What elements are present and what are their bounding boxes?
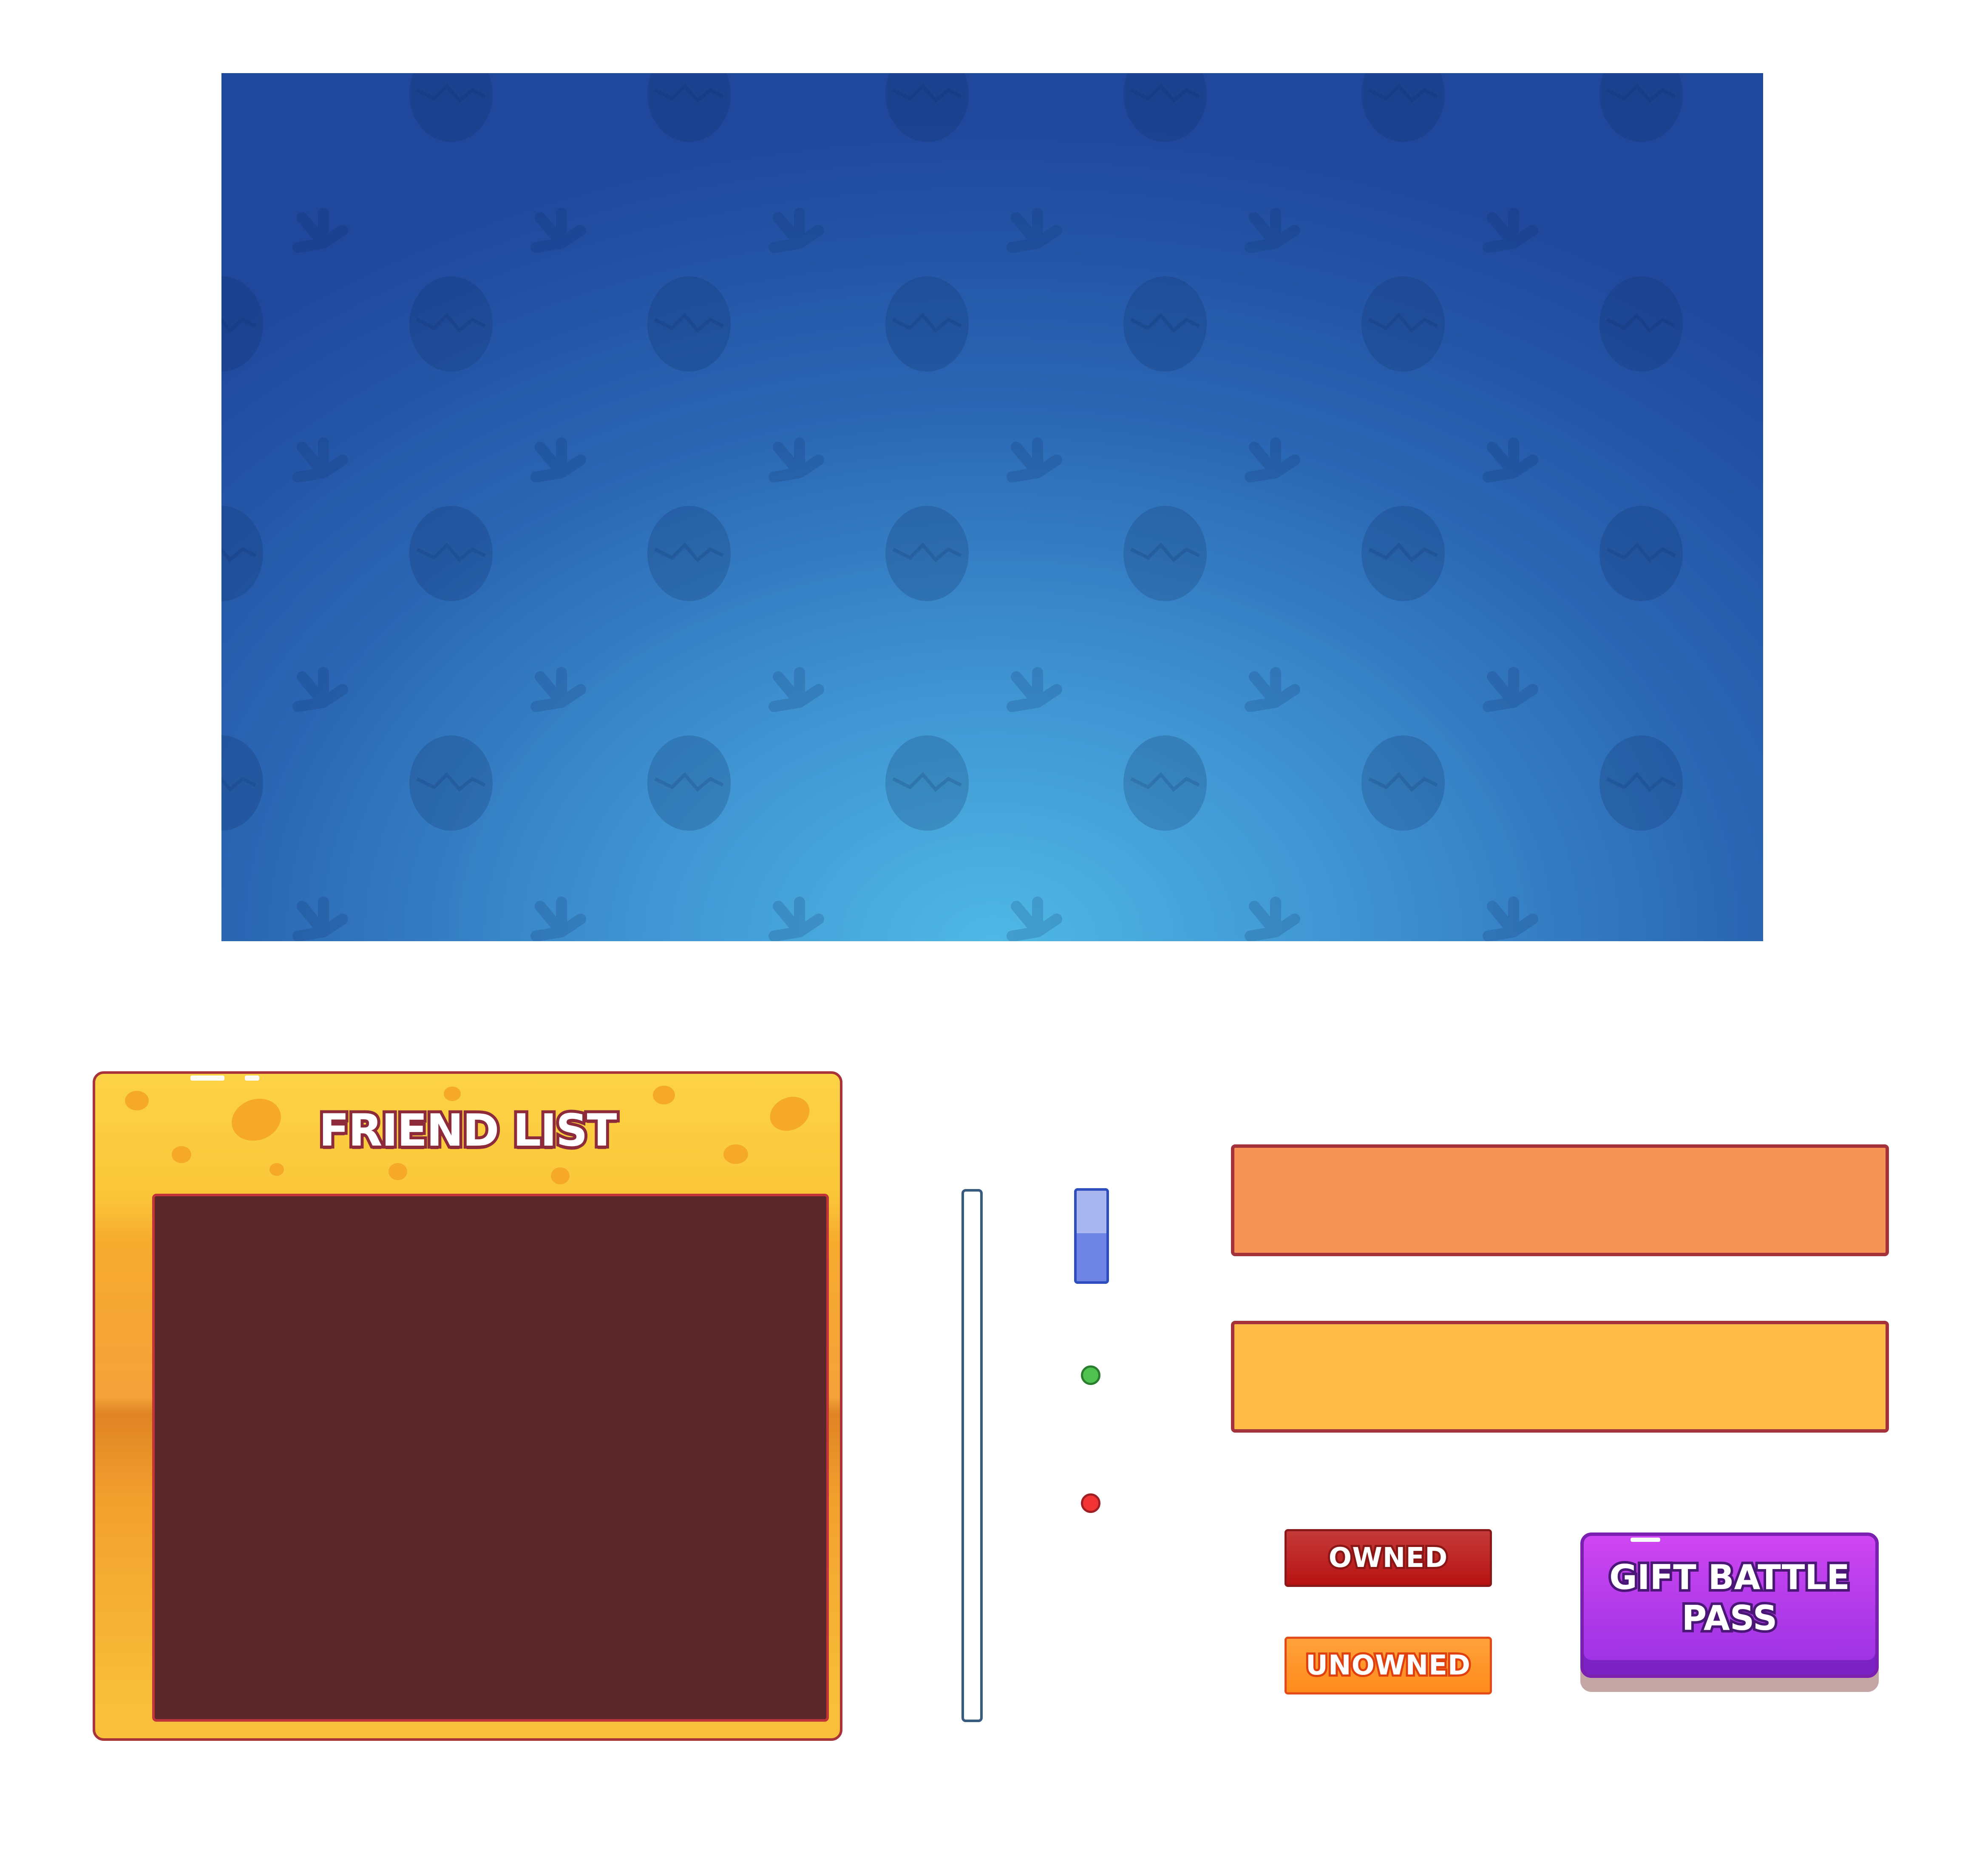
egg-icon [1599,73,1683,142]
egg-icon [885,735,969,831]
egg-icon [1123,276,1207,372]
egg-icon [409,276,493,372]
dino-footprint-icon [298,902,343,936]
friend-entry-bar-yellow[interactable] [1231,1321,1889,1433]
egg-icon [1361,735,1445,831]
dino-footprint-icon [298,443,343,477]
dino-footprint-icon [1488,443,1533,477]
egg-icon [1599,276,1683,372]
dino-footprint-icon [1012,902,1057,936]
egg-icon [885,73,969,142]
unowned-label: UNOWNED [1304,1648,1472,1683]
egg-icon [221,276,263,372]
friend-list-content[interactable] [152,1194,829,1722]
egg-icon [409,506,493,601]
egg-icon [1123,735,1207,831]
button-glint [1631,1538,1660,1542]
dino-footprint-icon [536,213,581,247]
unowned-badge: UNOWNED [1285,1637,1492,1694]
dino-footprint-icon [774,673,819,707]
dino-footprint-icon [536,443,581,477]
egg-icon [885,276,969,372]
dino-footprint-icon [1250,213,1295,247]
scrollbar-track[interactable] [961,1189,983,1722]
egg-icon [647,73,731,142]
friend-entry-bar-orange[interactable] [1231,1144,1889,1256]
egg-icon [1361,73,1445,142]
egg-icon [1123,506,1207,601]
offline-status-dot [1081,1493,1100,1513]
gift-label-line2: PASS [1679,1596,1780,1640]
cheese-spot [653,1086,675,1104]
dino-footprint-icon [298,673,343,707]
dino-footprint-icon [1012,443,1057,477]
dino-footprint-icon [1250,673,1295,707]
egg-icon [221,735,263,831]
background-banner [221,73,1763,941]
egg-icon [1361,506,1445,601]
dino-footprint-icon [1250,902,1295,936]
dino-footprint-icon [774,443,819,477]
dino-footprint-icon [774,213,819,247]
dino-footprint-icon [1488,673,1533,707]
dino-footprint-icon [298,213,343,247]
egg-icon [1599,735,1683,831]
friend-list-panel: FRIEND LIST [93,1071,842,1741]
cheese-spot [551,1167,570,1184]
dino-footprint-icon [536,673,581,707]
egg-icon [1599,506,1683,601]
dino-footprint-icon [1250,443,1295,477]
scrollbar-thumb[interactable] [1074,1188,1109,1284]
online-status-dot [1081,1365,1100,1385]
egg-footprint-pattern [221,73,1763,941]
egg-icon [647,735,731,831]
egg-icon [647,506,731,601]
panel-glint [245,1076,259,1081]
owned-badge: OWNED [1285,1529,1492,1587]
pattern-eggs [221,73,1683,831]
egg-icon [885,506,969,601]
cheese-spot [269,1163,284,1176]
gift-label-line1: GIFT BATTLE [1607,1555,1852,1600]
egg-icon [221,506,263,601]
gift-battle-pass-label: GIFT BATTLE PASS [1584,1555,1875,1640]
egg-icon [409,73,493,142]
dino-footprint-icon [536,902,581,936]
dino-footprint-icon [1012,213,1057,247]
gift-battle-pass-button[interactable]: GIFT BATTLE PASS [1580,1533,1879,1678]
friend-list-title: FRIEND LIST [316,1101,620,1159]
panel-glint [190,1076,224,1081]
egg-icon [1361,276,1445,372]
egg-icon [647,276,731,372]
dino-footprint-icon [1012,673,1057,707]
owned-label: OWNED [1327,1540,1449,1576]
dino-footprint-icon [1488,902,1533,936]
cheese-spot [444,1087,461,1101]
cheese-spot [388,1163,407,1180]
egg-icon [1123,73,1207,142]
dino-footprint-icon [774,902,819,936]
dino-footprint-icon [1488,213,1533,247]
egg-icon [409,735,493,831]
